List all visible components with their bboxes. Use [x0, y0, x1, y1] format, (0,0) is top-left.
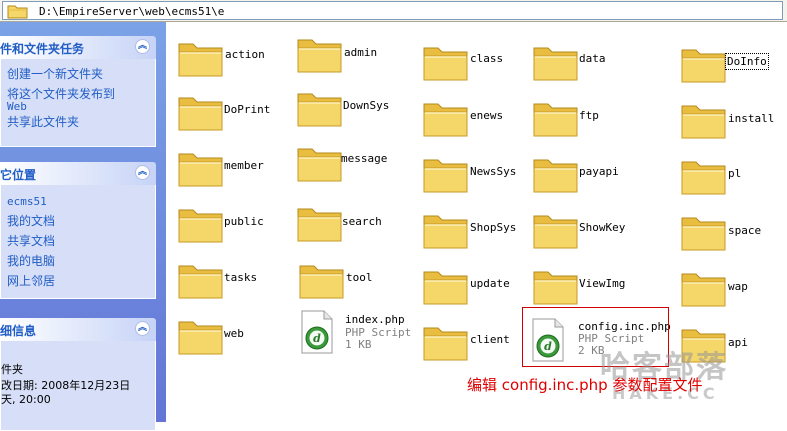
- folder-label: update: [470, 277, 510, 290]
- collapse-chevron-icon[interactable]: ︽: [135, 321, 150, 336]
- folder-icon: [178, 97, 223, 131]
- folder-label: data: [579, 52, 606, 65]
- folder-icon: [178, 153, 223, 187]
- other-places-header[interactable]: 它位置 ︽: [0, 162, 156, 185]
- annotation-caption: 编辑 config.inc.php 参数配置文件: [467, 376, 703, 394]
- folder-icon: [423, 159, 468, 193]
- details-title: 细信息: [0, 324, 37, 338]
- folder-label: action: [225, 48, 265, 61]
- folder-label: NewsSys: [470, 165, 517, 178]
- folder-icon: [681, 49, 726, 83]
- folder-label: install: [728, 112, 775, 125]
- folder-label: pl: [728, 167, 742, 180]
- folder-icon: [178, 209, 223, 243]
- details-panel: 细信息 ︽ 件夹 改日期: 2008年12月23日 天, 20:00: [0, 318, 156, 431]
- place-ecms51[interactable]: ecms51: [7, 195, 47, 208]
- other-places-title: 它位置: [0, 168, 37, 182]
- file-tasks-body: 创建一个新文件夹 将这个文件夹发布到 Web 共享此文件夹: [0, 59, 156, 147]
- address-path: D:\EmpireServer\web\ecms51\e: [39, 5, 225, 18]
- folder-label: DoInfo: [725, 53, 769, 70]
- collapse-chevron-icon[interactable]: ︽: [135, 165, 150, 180]
- folder-label: message: [341, 152, 388, 165]
- details-body: 件夹 改日期: 2008年12月23日 天, 20:00: [0, 341, 156, 431]
- folder-icon: [533, 103, 578, 137]
- address-field[interactable]: D:\EmpireServer\web\ecms51\e: [2, 1, 783, 20]
- collapse-chevron-icon[interactable]: ︽: [135, 39, 150, 54]
- folder-label: DownSys: [343, 99, 390, 112]
- details-header[interactable]: 细信息 ︽: [0, 318, 156, 341]
- place-network[interactable]: 网上邻居: [7, 275, 55, 288]
- folder-icon: [297, 148, 342, 182]
- detail-time: 天, 20:00: [1, 393, 51, 406]
- folder-label: ShowKey: [579, 221, 626, 234]
- folder-icon: [297, 208, 342, 242]
- folder-label: client: [470, 333, 510, 346]
- folder-label: DoPrint: [224, 103, 271, 116]
- folder-label: search: [342, 215, 382, 228]
- folder-label: tasks: [224, 271, 258, 284]
- svg-text:d: d: [313, 332, 321, 345]
- folder-icon: [297, 39, 342, 73]
- task-pane: 件和文件夹任务 ︽ 创建一个新文件夹 将这个文件夹发布到 Web 共享此文件夹 …: [0, 22, 166, 431]
- folder-label: enews: [470, 109, 504, 122]
- other-places-body: ecms51 我的文档 共享文档 我的电脑 网上邻居: [0, 185, 156, 299]
- folder-icon: [681, 161, 726, 195]
- folder-label: tool: [346, 271, 373, 284]
- folder-label: web: [224, 327, 244, 340]
- file-size: 1 KB: [345, 338, 372, 351]
- folder-label: payapi: [579, 165, 619, 178]
- folder-icon: [178, 43, 223, 77]
- folder-icon: [423, 271, 468, 305]
- folder-icon: [681, 105, 726, 139]
- detail-type: 件夹: [1, 363, 23, 376]
- folder-icon: [533, 215, 578, 249]
- other-places-panel: 它位置 ︽ ecms51 我的文档 共享文档 我的电脑 网上邻居: [0, 162, 156, 299]
- folder-label: public: [224, 215, 264, 228]
- folder-icon: [533, 47, 578, 81]
- folder-label: ViewImg: [579, 277, 626, 290]
- folder-label: class: [470, 52, 504, 65]
- folder-icon: [423, 327, 468, 361]
- folder-label: wap: [728, 280, 748, 293]
- folder-label: api: [728, 336, 748, 349]
- folder-icon: [178, 321, 223, 355]
- publish-web-link-cont[interactable]: Web: [7, 100, 27, 113]
- file-tasks-header[interactable]: 件和文件夹任务 ︽: [0, 36, 156, 59]
- place-my-computer[interactable]: 我的电脑: [7, 255, 55, 268]
- folder-icon: [178, 265, 223, 299]
- file-name: index.php: [345, 313, 405, 326]
- folder-icon: [7, 5, 28, 19]
- file-tasks-title: 件和文件夹任务: [0, 42, 85, 56]
- folder-label: admin: [344, 46, 378, 59]
- new-folder-link[interactable]: 创建一个新文件夹: [7, 68, 103, 81]
- address-bar: D:\EmpireServer\web\ecms51\e: [0, 0, 787, 22]
- folder-icon: [533, 271, 578, 305]
- folder-icon: [533, 159, 578, 193]
- folder-icon: [423, 103, 468, 137]
- place-my-documents[interactable]: 我的文档: [7, 215, 55, 228]
- folder-icon: [297, 93, 342, 127]
- dreamweaver-php-icon: d: [301, 310, 333, 354]
- folder-label: ShopSys: [470, 221, 517, 234]
- folder-icon: [681, 273, 726, 307]
- folder-icon: [299, 265, 344, 299]
- folder-label: space: [728, 224, 762, 237]
- folder-icon: [423, 47, 468, 81]
- folder-icon: [423, 215, 468, 249]
- folder-label: member: [224, 159, 264, 172]
- folder-icon: [681, 217, 726, 251]
- file-tasks-panel: 件和文件夹任务 ︽ 创建一个新文件夹 将这个文件夹发布到 Web 共享此文件夹: [0, 36, 156, 147]
- share-folder-link[interactable]: 共享此文件夹: [7, 116, 79, 129]
- folder-label: ftp: [579, 109, 599, 122]
- place-shared-documents[interactable]: 共享文档: [7, 235, 55, 248]
